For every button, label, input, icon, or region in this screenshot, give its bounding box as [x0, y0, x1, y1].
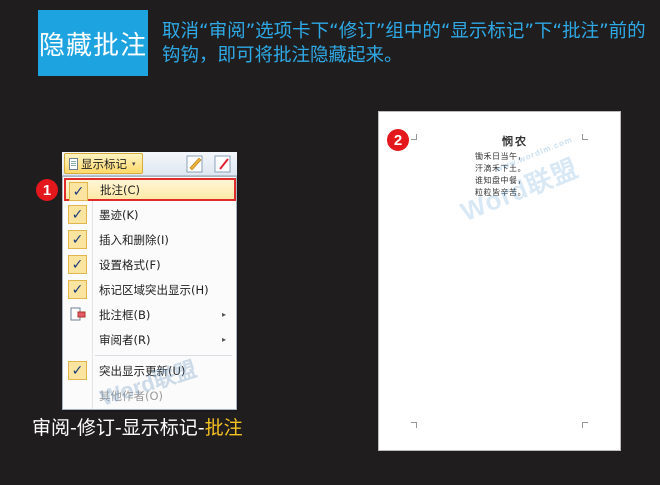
chevron-down-icon: ▾ — [132, 159, 136, 168]
balloons-icon — [70, 307, 86, 321]
menu-item-label: 插入和删除(I) — [99, 232, 169, 247]
document-icon — [69, 157, 78, 170]
show-markup-button[interactable]: 显示标记 ▾ — [64, 153, 143, 174]
margin-corner — [411, 134, 417, 140]
check-icon: ✓ — [68, 361, 87, 380]
submenu-arrow-icon: ▸ — [221, 310, 226, 319]
menu-item-label: 审阅者(R) — [99, 332, 151, 347]
step-badge-2: 2 — [387, 129, 409, 151]
breadcrumb-path: 审阅-修订-显示标记- — [32, 417, 205, 439]
check-icon: ✓ — [68, 205, 87, 224]
margin-corner — [582, 134, 588, 140]
margin-corner — [582, 422, 588, 428]
submenu-arrow-icon: ▸ — [221, 335, 226, 344]
track-changes-icon[interactable] — [184, 153, 206, 175]
menu-item-label: 标记区域突出显示(H) — [99, 282, 209, 297]
menu-separator — [95, 355, 232, 356]
menu-item-label: 批注框(B) — [99, 307, 151, 322]
check-icon: ✓ — [68, 280, 87, 299]
ribbon-strip: 显示标记 ▾ — [62, 152, 237, 176]
menu-item-formatting[interactable]: ✓ 设置格式(F) — [65, 253, 234, 276]
page-title: 隐藏批注 — [38, 10, 148, 76]
check-icon: ✓ — [68, 230, 87, 249]
menu-item-label: 批注(C) — [100, 182, 141, 197]
menu-item-label: 墨迹(K) — [99, 207, 139, 222]
check-icon: ✓ — [68, 255, 87, 274]
menu-item-label: 设置格式(F) — [99, 257, 161, 272]
watermark-logo: www.wordlm.com Word联盟 — [455, 135, 584, 229]
menu-item-balloons[interactable]: 批注框(B) ▸ — [65, 303, 234, 326]
margin-corner — [411, 422, 417, 428]
menu-item-markup-area-highlight[interactable]: ✓ 标记区域突出显示(H) — [65, 278, 234, 301]
menu-item-ink[interactable]: ✓ 墨迹(K) — [65, 203, 234, 226]
breadcrumb: 审阅-修订-显示标记-批注 — [32, 413, 243, 440]
show-markup-label: 显示标记 — [81, 156, 127, 171]
check-icon: ✓ — [69, 182, 88, 201]
step-badge-1: 1 — [36, 179, 58, 201]
menu-item-comments[interactable]: ✓ 批注(C) — [64, 178, 236, 201]
breadcrumb-current: 批注 — [204, 417, 243, 439]
document-page: 悯农 锄禾日当午， 汗滴禾下土。 谁知盘中餐， 粒粒皆辛苦。 www.wordl… — [378, 111, 621, 451]
menu-item-insertions-deletions[interactable]: ✓ 插入和删除(I) — [65, 228, 234, 251]
description-text: 取消“审阅”选项卡下“修订”组中的“显示标记”下“批注”前的钩钩，即可将批注隐藏… — [162, 21, 646, 66]
reviewing-pane-icon[interactable] — [212, 153, 234, 175]
menu-item-reviewers[interactable]: 审阅者(R) ▸ — [65, 328, 234, 351]
